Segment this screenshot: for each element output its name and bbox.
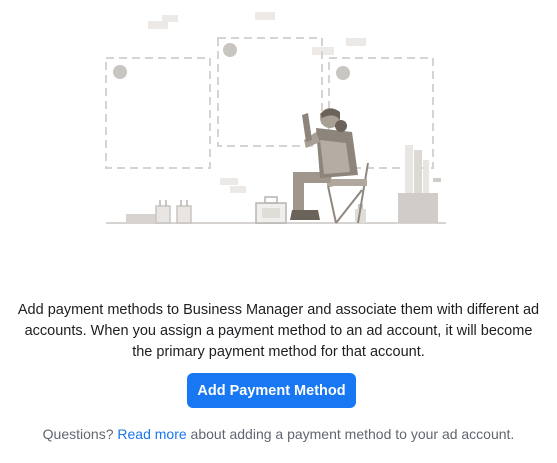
footer-prefix: Questions? [42,426,114,442]
add-payment-method-button[interactable]: Add Payment Method [187,373,356,408]
empty-state-illustration [105,12,446,224]
footer-suffix: about adding a payment method to your ad… [190,426,515,442]
help-footer: Questions? Read more about adding a paym… [0,426,557,442]
payment-methods-description: Add payment methods to Business Manager … [17,302,540,360]
read-more-link[interactable]: Read more [117,426,186,442]
